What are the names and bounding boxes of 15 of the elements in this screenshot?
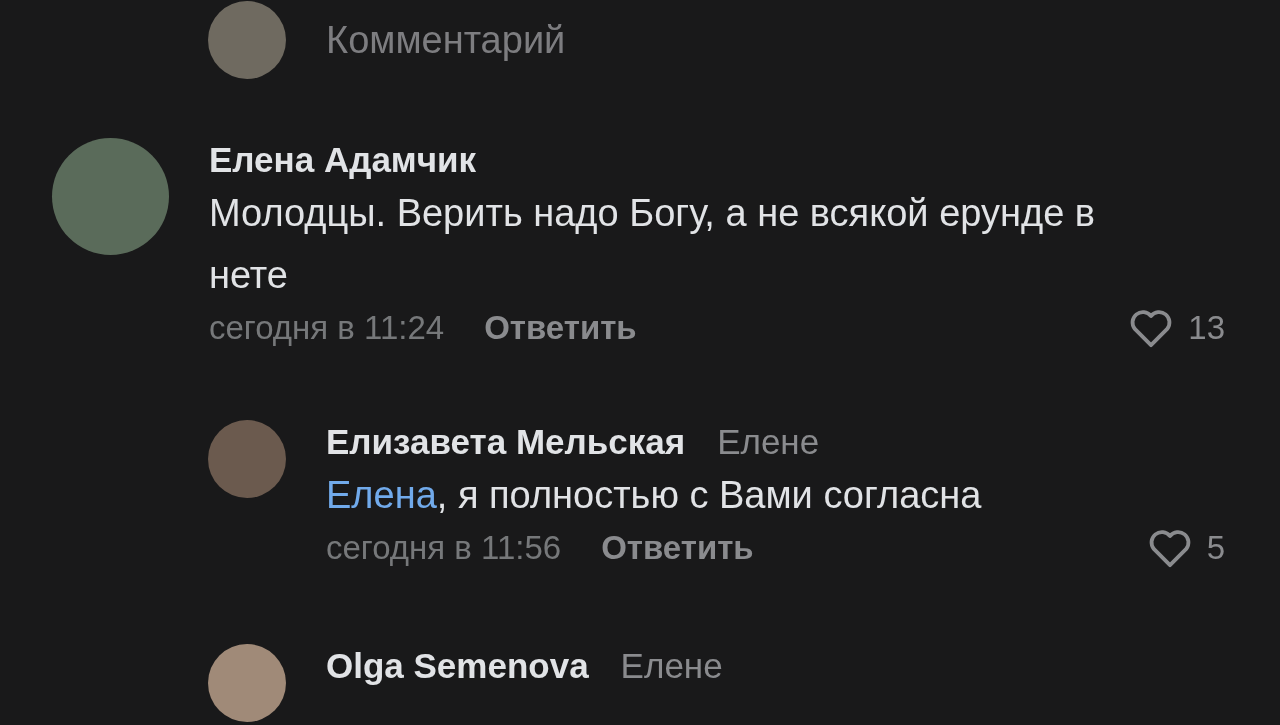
comment-input-placeholder[interactable]: Комментарий: [326, 18, 566, 62]
comment-text: Молодцы. Верить надо Богу, а не всякой ерунде в нете: [209, 191, 1097, 298]
comment-text: Елена, я полностью с Вами согласна: [326, 473, 983, 518]
reply-link[interactable]: Ответить: [601, 529, 754, 567]
author-name[interactable]: Olga Semenova: [326, 644, 589, 688]
comment-time: сегодня в 11:24: [209, 309, 445, 347]
mention-link[interactable]: Елена: [326, 474, 437, 516]
author-name[interactable]: Елизавета Мельская: [326, 420, 686, 464]
author-name[interactable]: Елена Адамчик: [209, 138, 477, 182]
reply-to-name: Елене: [717, 421, 820, 463]
reply-to-name: Елене: [620, 645, 723, 687]
like-count: 13: [1188, 309, 1225, 347]
comment-time: сегодня в 11:56: [326, 529, 562, 567]
reply-link[interactable]: Ответить: [484, 309, 637, 347]
like-count: 5: [1206, 529, 1225, 567]
